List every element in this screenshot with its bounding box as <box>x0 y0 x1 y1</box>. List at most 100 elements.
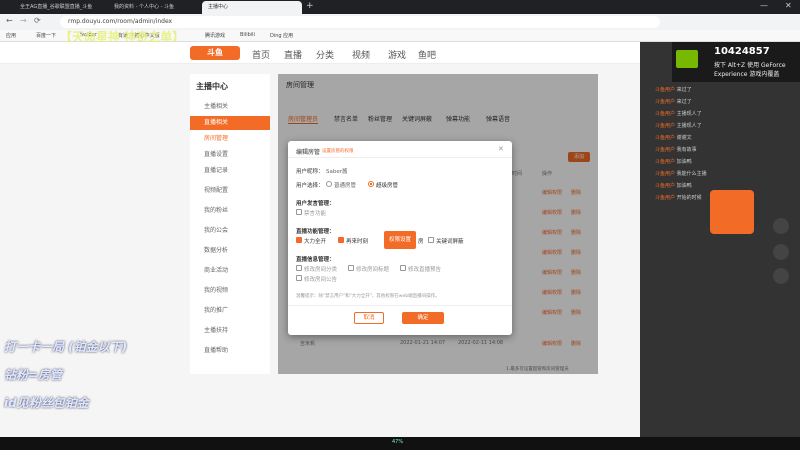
user-type-label: 用户选择： <box>296 183 324 189</box>
checkbox-category-label: 修改房间分类 <box>304 267 338 273</box>
bookmark-item[interactable]: 腾讯游戏 <box>205 32 225 39</box>
bookmark-item[interactable]: 百度一下 <box>36 32 56 39</box>
chat-line: 斗鱼用户 我有故事 <box>655 146 697 153</box>
checkbox-kick[interactable] <box>338 237 344 243</box>
nav-home[interactable]: 首页 <box>252 48 270 61</box>
sidebar-item[interactable]: 数据分析 <box>190 244 270 258</box>
radio-normal-admin[interactable] <box>326 181 332 187</box>
overlay-text: 打一卡一局 (铂金以下) <box>4 340 128 354</box>
checkbox-category[interactable] <box>296 265 302 271</box>
sidebar-item[interactable]: 视频配置 <box>190 184 270 198</box>
set-permission-button[interactable]: 权限设置 <box>384 231 416 249</box>
new-tab-icon[interactable]: + <box>306 1 314 11</box>
chat-line: 斗鱼用户 我能什么主播 <box>655 170 707 177</box>
chat-text: 加油鸭 <box>676 183 692 189</box>
checkbox-preview-label: 修改直播预告 <box>408 267 442 273</box>
sidebar-item-live[interactable]: 直播相关 <box>190 116 270 130</box>
sidebar-item[interactable]: 直播帮助 <box>190 344 270 358</box>
username-label: 用户昵称： <box>296 169 324 175</box>
chat-user: 斗鱼用户 <box>655 111 676 117</box>
chat-line: 斗鱼用户 来过了 <box>655 98 692 105</box>
checkbox-fullscreen-label: 大力全开 <box>304 239 327 245</box>
overlay-text: 钻粉=房管 <box>4 368 63 382</box>
chat-user: 斗鱼用户 <box>655 183 676 189</box>
sidebar-item[interactable]: 商业活动 <box>190 264 270 278</box>
chat-line: 斗鱼用户 加油鸭 <box>655 182 692 189</box>
nav-category[interactable]: 分类 <box>316 48 334 61</box>
forward-icon[interactable]: → <box>20 16 27 25</box>
nvidia-hint: 按下 Alt+Z 使用 GeForce <box>714 62 786 69</box>
chat-text: 来过了 <box>676 99 692 105</box>
cancel-button[interactable]: 取消 <box>354 312 384 324</box>
chat-line: 斗鱼用户 主播现人了 <box>655 122 702 129</box>
checkbox-keyword[interactable] <box>428 237 434 243</box>
site-top-nav: 首页 直播 分类 视频 游戏 鱼吧 <box>0 42 640 64</box>
nav-yuba[interactable]: 鱼吧 <box>418 48 436 61</box>
checkbox-notice[interactable] <box>296 275 302 281</box>
dialog-note: 温馨提示：除"禁言用户"和"大力全开"，其他权限在web端直播间操作。 <box>296 294 440 299</box>
chat-user: 斗鱼用户 <box>655 123 676 129</box>
radio-super-label: 超级房管 <box>376 183 399 189</box>
browser-tab-active[interactable]: 主播中心 <box>202 1 302 14</box>
radio-super-admin[interactable] <box>368 181 374 187</box>
chat-text: 谢谢文 <box>676 135 692 141</box>
refresh-icon[interactable] <box>773 268 789 284</box>
chat-line: 斗鱼用户 来过了 <box>655 86 692 93</box>
checkbox-mute[interactable] <box>296 209 302 215</box>
bookmark-item[interactable]: Ding 应用 <box>270 32 293 39</box>
sidebar-item-room-admin[interactable]: 房间管理 <box>190 132 270 146</box>
chat-line: 斗鱼用户 加油鸭 <box>655 158 692 165</box>
chat-text: 主播现人了 <box>676 111 702 117</box>
dialog-subtitle: 设置房管的权限 <box>322 149 354 154</box>
username-value: Saber酱 <box>326 169 348 175</box>
chat-text: 加油鸭 <box>676 159 692 165</box>
checkbox-fullscreen[interactable] <box>296 237 302 243</box>
chat-text: 来过了 <box>676 87 692 93</box>
nav-live[interactable]: 直播 <box>284 48 302 61</box>
browser-tab[interactable]: 我的资料 - 个人中心 - 斗鱼 <box>108 1 198 14</box>
chat-text: 我能什么主播 <box>676 171 707 177</box>
sidebar-head: 主播中心 <box>196 82 228 91</box>
checkbox-title[interactable] <box>348 265 354 271</box>
viewer-count: 10424857 <box>714 46 770 57</box>
sidebar-item[interactable]: 我的公会 <box>190 224 270 238</box>
url-input[interactable]: rmp.douyu.com/room/admin/index <box>60 16 660 28</box>
sidebar-item[interactable]: 直播记录 <box>190 164 270 178</box>
progress-label: 47% <box>392 439 404 445</box>
close-icon[interactable]: ✕ <box>785 1 792 10</box>
close-icon[interactable]: ✕ <box>498 145 504 153</box>
douyu-logo[interactable]: 斗鱼 <box>190 46 240 60</box>
sidebar-item[interactable]: 主播扶持 <box>190 324 270 338</box>
chat-user: 斗鱼用户 <box>655 171 676 177</box>
ok-button[interactable]: 确定 <box>402 312 444 324</box>
chat-user: 斗鱼用户 <box>655 135 676 141</box>
sidebar-item[interactable]: 直播设置 <box>190 148 270 162</box>
chat-user: 斗鱼用户 <box>655 87 676 93</box>
play-icon[interactable] <box>773 218 789 234</box>
fang-label: 房 <box>418 239 424 245</box>
checkbox-notice-label: 修改房间公告 <box>304 277 338 283</box>
chat-user: 斗鱼用户 <box>655 159 676 165</box>
gift-promo-image[interactable] <box>710 190 754 234</box>
chat-text: 主播现人了 <box>676 123 702 129</box>
chat-text: 我有故事 <box>676 147 697 153</box>
chat-line: 斗鱼用户 开始的时候 <box>655 194 702 201</box>
reload-icon[interactable]: ⟳ <box>34 16 41 25</box>
download-icon[interactable] <box>773 244 789 260</box>
browser-tab[interactable]: 全王AG直播_谷歌联盟直播_斗鱼 <box>14 1 104 14</box>
checkbox-preview[interactable] <box>400 265 406 271</box>
bookmark-item[interactable]: Bilibili <box>240 32 255 38</box>
sidebar-item[interactable]: 我的推广 <box>190 304 270 318</box>
divider <box>288 305 512 306</box>
bookmark-item[interactable]: 应用 <box>6 32 16 39</box>
nvidia-hint: Experience 游戏内覆盖 <box>714 71 780 78</box>
minimize-icon[interactable]: — <box>760 1 768 10</box>
nav-video[interactable]: 视频 <box>352 48 370 61</box>
back-icon[interactable]: ← <box>6 16 13 25</box>
sidebar-item[interactable]: 主播相关 <box>190 100 270 114</box>
sidebar-item[interactable]: 我的视频 <box>190 284 270 298</box>
checkbox-mute-label: 禁言功能 <box>304 211 327 217</box>
sidebar-item[interactable]: 我的粉丝 <box>190 204 270 218</box>
live-section-title: 直播功能管理： <box>296 229 335 235</box>
nav-game[interactable]: 游戏 <box>388 48 406 61</box>
